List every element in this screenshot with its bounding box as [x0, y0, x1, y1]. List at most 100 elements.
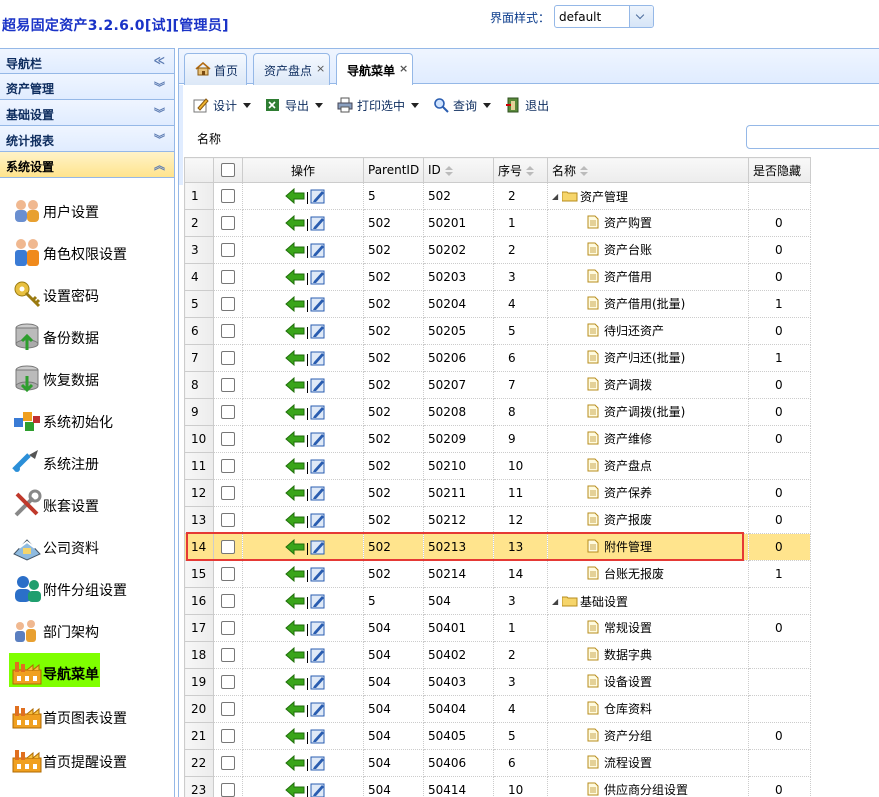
table-row[interactable]: 5 502 50204 4 资产借用(批量) 1 [184, 290, 811, 318]
expand-icon[interactable]: ︾ [154, 131, 165, 147]
move-left-icon[interactable] [285, 215, 305, 231]
edit-icon[interactable] [310, 242, 326, 258]
move-left-icon[interactable] [285, 620, 305, 636]
row-checkbox[interactable] [221, 702, 235, 717]
query-button[interactable]: 查询 [433, 97, 492, 114]
sidebar-item[interactable]: 首页图表设置 [0, 694, 174, 738]
row-checkbox[interactable] [221, 675, 235, 690]
sort-icon[interactable] [444, 165, 453, 176]
move-left-icon[interactable] [285, 566, 305, 582]
row-checkbox[interactable] [221, 216, 235, 231]
table-row[interactable]: 15 502 50214 14 台账无报废 1 [184, 560, 811, 588]
edit-icon[interactable] [310, 620, 326, 636]
table-row[interactable]: 23 504 50414 10 供应商分组设置 0 [184, 776, 811, 797]
edit-icon[interactable] [310, 539, 326, 555]
sidebar-item[interactable]: 恢复数据 [0, 356, 174, 398]
move-left-icon[interactable] [285, 269, 305, 285]
row-checkbox[interactable] [221, 729, 235, 744]
table-row[interactable]: 9 502 50208 8 资产调拨(批量) 0 [184, 398, 811, 426]
table-row[interactable]: 4 502 50203 3 资产借用 0 [184, 263, 811, 291]
export-button[interactable]: 导出 [265, 97, 324, 114]
sidebar-item[interactable]: 角色权限设置 [0, 230, 174, 272]
sidebar-item[interactable]: 系统注册 [0, 440, 174, 482]
edit-icon[interactable] [310, 782, 326, 797]
table-row[interactable]: 7 502 50206 6 资产归还(批量) 1 [184, 344, 811, 372]
move-left-icon[interactable] [285, 404, 305, 420]
move-left-icon[interactable] [285, 242, 305, 258]
edit-icon[interactable] [310, 755, 326, 771]
move-left-icon[interactable] [285, 674, 305, 690]
row-checkbox[interactable] [221, 459, 235, 474]
sidebar-item[interactable]: 系统初始化 [0, 398, 174, 440]
col-header-parentid[interactable]: ParentID [363, 157, 424, 183]
edit-icon[interactable] [310, 593, 326, 609]
move-left-icon[interactable] [285, 593, 305, 609]
row-checkbox[interactable] [221, 648, 235, 663]
sidebar-item[interactable]: 公司资料 [0, 524, 174, 566]
move-left-icon[interactable] [285, 431, 305, 447]
move-left-icon[interactable] [285, 539, 305, 555]
row-checkbox[interactable] [221, 270, 235, 285]
section-basic-settings[interactable]: 基础设置 ︾ [0, 100, 174, 126]
edit-icon[interactable] [310, 215, 326, 231]
section-asset-mgmt[interactable]: 资产管理 ︾ [0, 74, 174, 100]
edit-icon[interactable] [310, 188, 326, 204]
sidebar-item[interactable]: 设置密码 [0, 272, 174, 314]
tab-home[interactable]: 首页 [184, 53, 247, 85]
tab-nav-menu[interactable]: 导航菜单 × [336, 53, 413, 86]
edit-icon[interactable] [310, 512, 326, 528]
collapse-icon[interactable]: ︽ [154, 157, 165, 173]
move-left-icon[interactable] [285, 458, 305, 474]
edit-icon[interactable] [310, 701, 326, 717]
edit-icon[interactable] [310, 350, 326, 366]
sidebar-item[interactable]: 用户设置 [0, 188, 174, 230]
sidebar-item[interactable]: 备份数据 [0, 314, 174, 356]
edit-icon[interactable] [310, 647, 326, 663]
sidebar-item[interactable]: 部门架构 [0, 608, 174, 650]
col-header-hidden[interactable]: 是否隐藏 [748, 157, 811, 183]
table-row[interactable]: 1 5 502 2 ◢ 资产管理 [184, 182, 811, 210]
row-checkbox[interactable] [221, 486, 235, 501]
expand-icon[interactable]: ︾ [154, 79, 165, 95]
edit-icon[interactable] [310, 377, 326, 393]
edit-icon[interactable] [310, 431, 326, 447]
edit-icon[interactable] [310, 404, 326, 420]
section-stats-reports[interactable]: 统计报表 ︾ [0, 126, 174, 152]
expand-icon[interactable]: ︾ [154, 105, 165, 121]
edit-icon[interactable] [310, 674, 326, 690]
row-checkbox[interactable] [221, 351, 235, 366]
design-button[interactable]: 设计 [193, 97, 252, 114]
row-checkbox[interactable] [221, 297, 235, 312]
move-left-icon[interactable] [285, 485, 305, 501]
move-left-icon[interactable] [285, 512, 305, 528]
table-row[interactable]: 10 502 50209 9 资产维修 0 [184, 425, 811, 453]
table-row[interactable]: 6 502 50205 5 待归还资产 0 [184, 317, 811, 345]
table-row[interactable]: 17 504 50401 1 常规设置 0 [184, 614, 811, 642]
edit-icon[interactable] [310, 566, 326, 582]
edit-icon[interactable] [310, 323, 326, 339]
row-checkbox[interactable] [221, 378, 235, 393]
collapse-left-icon[interactable]: ≪ [153, 54, 165, 67]
sidebar-item[interactable]: 首页提醒设置 [0, 738, 174, 782]
table-row[interactable]: 13 502 50212 12 资产报废 0 [184, 506, 811, 534]
row-checkbox[interactable] [221, 405, 235, 420]
move-left-icon[interactable] [285, 755, 305, 771]
move-left-icon[interactable] [285, 377, 305, 393]
table-row[interactable]: 8 502 50207 7 资产调拨 0 [184, 371, 811, 399]
table-row[interactable]: 19 504 50403 3 设备设置 [184, 668, 811, 696]
row-checkbox[interactable] [221, 324, 235, 339]
sidebar-item[interactable]: 账套设置 [0, 482, 174, 524]
close-icon[interactable]: × [316, 62, 325, 75]
tab-asset-inventory[interactable]: 资产盘点 × [253, 53, 330, 85]
table-row[interactable]: 14 502 50213 13 附件管理 0 [184, 533, 811, 561]
exit-button[interactable]: 退出 [505, 97, 549, 114]
table-row[interactable]: 2 502 50201 1 资产购置 0 [184, 209, 811, 237]
move-left-icon[interactable] [285, 323, 305, 339]
move-left-icon[interactable] [285, 782, 305, 797]
edit-icon[interactable] [310, 269, 326, 285]
edit-icon[interactable] [310, 296, 326, 312]
table-row[interactable]: 3 502 50202 2 资产台账 0 [184, 236, 811, 264]
move-left-icon[interactable] [285, 647, 305, 663]
col-header-seq[interactable]: 序号 [493, 157, 548, 183]
row-checkbox[interactable] [221, 189, 235, 204]
